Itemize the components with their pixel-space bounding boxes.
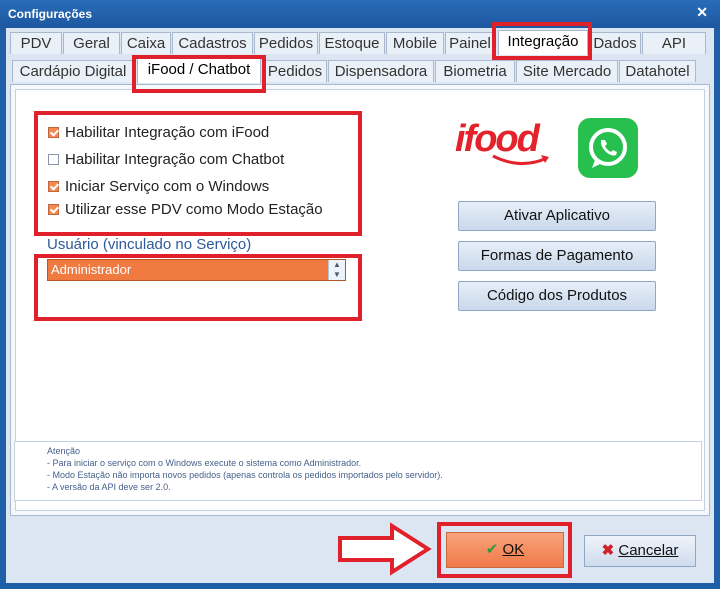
title-bar: Configurações ✕ [0, 0, 720, 28]
notes-title: Atenção [47, 446, 81, 456]
checkbox-ifood-box[interactable] [48, 127, 59, 138]
tab-datahotel[interactable]: Datahotel [619, 60, 696, 82]
tab-estoque[interactable]: Estoque [319, 32, 385, 54]
tab-biometria[interactable]: Biometria [435, 60, 515, 82]
tab-pedidos[interactable]: Pedidos [254, 32, 318, 54]
tabs-row-1: PDV Geral Caixa Cadastros Pedidos Estoqu… [6, 30, 714, 56]
notes-box: Atenção - Para iniciar o serviço com o W… [14, 441, 702, 501]
checkbox-ifood-label: Habilitar Integração com iFood [65, 124, 270, 141]
tab-caixa[interactable]: Caixa [121, 32, 171, 54]
cancel-label: Cancelar [618, 542, 679, 559]
checkbox-ifood[interactable]: Habilitar Integração com iFood [48, 124, 269, 141]
tab-pedidos-2[interactable]: Pedidos [263, 60, 327, 82]
formas-pagamento-button[interactable]: Formas de Pagamento [458, 241, 656, 271]
tab-geral[interactable]: Geral [63, 32, 120, 54]
user-label: Usuário (vinculado no Serviço) [47, 236, 252, 253]
cancel-button[interactable]: ✖ Cancelar [584, 535, 696, 567]
ativar-aplicativo-button[interactable]: Ativar Aplicativo [458, 201, 656, 231]
tab-pdv[interactable]: PDV [10, 32, 62, 54]
tab-mobile[interactable]: Mobile [386, 32, 444, 54]
tab-painel[interactable]: Painel [445, 32, 495, 54]
window-title: Configurações [8, 7, 93, 21]
tab-dados[interactable]: Dados [589, 32, 641, 54]
codigo-produtos-button[interactable]: Código dos Produtos [458, 281, 656, 311]
checkbox-windows-service[interactable]: Iniciar Serviço com o Windows [48, 178, 269, 195]
checkbox-station-mode[interactable]: Utilizar esse PDV como Modo Estação [48, 201, 323, 218]
ok-button[interactable]: ✔ OK [446, 532, 564, 568]
note-line: - Para iniciar o serviço com o Windows e… [47, 458, 362, 468]
user-select-value: Administrador [51, 262, 132, 277]
tab-dispensadora[interactable]: Dispensadora [328, 60, 434, 82]
checkbox-station-mode-label: Utilizar esse PDV como Modo Estação [65, 201, 323, 218]
ifood-smile-icon [492, 154, 549, 165]
checkbox-chatbot[interactable]: Habilitar Integração com Chatbot [48, 151, 284, 168]
ok-label: OK [502, 541, 525, 558]
check-icon: ✔ [485, 541, 499, 558]
note-line: - Modo Estação não importa novos pedidos… [47, 470, 443, 480]
user-select[interactable]: Administrador ▲ ▼ [47, 259, 346, 281]
tab-ifood-chatbot[interactable]: iFood / Chatbot [137, 58, 261, 83]
ifood-logo: ifood [455, 120, 551, 168]
tab-integracao[interactable]: Integração [498, 30, 588, 55]
tab-cadastros[interactable]: Cadastros [172, 32, 253, 54]
checkbox-windows-service-box[interactable] [48, 181, 59, 192]
tab-site-mercado[interactable]: Site Mercado [516, 60, 618, 82]
close-icon[interactable]: ✕ [696, 4, 708, 21]
cancel-x-icon: ✖ [601, 542, 615, 559]
configuracoes-window: Configurações ✕ PDV Geral Caixa Cadastro… [0, 0, 720, 589]
spin-arrows-icon[interactable]: ▲ ▼ [328, 260, 345, 280]
tab-api[interactable]: API [642, 32, 706, 54]
checkbox-chatbot-label: Habilitar Integração com Chatbot [65, 151, 285, 168]
checkbox-station-mode-box[interactable] [48, 204, 59, 215]
whatsapp-icon [578, 118, 638, 178]
tab-cardapio-digital[interactable]: Cardápio Digital [12, 60, 134, 82]
tabs-row-2: Cardápio Digital iFood / Chatbot Pedidos… [6, 58, 714, 84]
arrow-right-icon [338, 522, 432, 576]
checkbox-windows-service-label: Iniciar Serviço com o Windows [65, 178, 270, 195]
checkbox-chatbot-box[interactable] [48, 154, 59, 165]
note-line: - A versão da API deve ser 2.0. [47, 482, 171, 492]
